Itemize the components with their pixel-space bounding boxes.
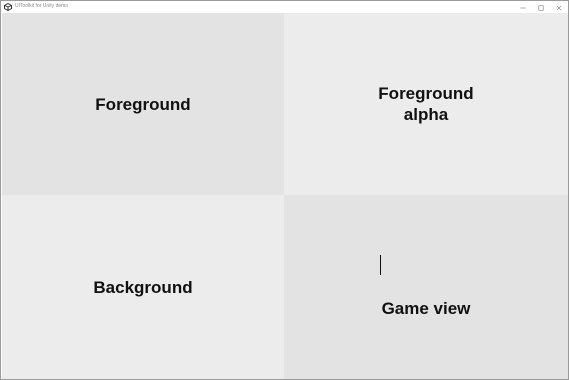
background-label: Background [93,277,193,297]
close-button[interactable] [550,1,568,12]
foreground-panel[interactable]: Foreground [2,13,284,195]
panel-grid: Foreground Foreground alpha Background G… [2,13,568,379]
game-view-label-wrap: Game view [379,254,471,319]
title-bar[interactable]: UIToolkit for Unity demo [1,1,568,12]
unity-logo-icon [4,2,12,11]
game-view-label: Game view [381,298,471,318]
foreground-label: Foreground [95,94,191,114]
text-cursor [379,254,381,275]
game-view-panel[interactable]: Game view [284,195,568,379]
window-title: UIToolkit for Unity demo [15,3,69,9]
foreground-alpha-label: Foreground alpha [378,84,474,124]
foreground-alpha-panel[interactable]: Foreground alpha [284,13,568,195]
maximize-button[interactable] [532,1,550,12]
minimize-button[interactable] [514,1,532,12]
app-window: UIToolkit for Unity demo Foreground Fore… [0,0,569,380]
background-panel[interactable]: Background [2,195,284,379]
window-controls [514,1,568,12]
